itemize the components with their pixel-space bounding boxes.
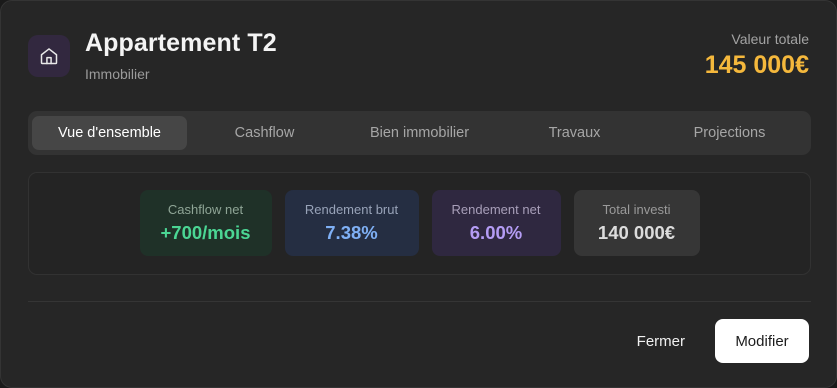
- asset-title: Appartement T2: [85, 29, 277, 57]
- footer-divider: [28, 301, 811, 302]
- edit-button[interactable]: Modifier: [715, 319, 809, 363]
- total-value-label: Valeur totale: [731, 31, 809, 47]
- stat-card-total-invested: Total investi 140 000€: [573, 190, 700, 256]
- tab-projections[interactable]: Projections: [652, 116, 807, 150]
- stat-label: Rendement brut: [304, 202, 399, 217]
- tab-works[interactable]: Travaux: [497, 116, 652, 150]
- stat-value: 140 000€: [597, 222, 676, 243]
- stats-row: Cashflow net +700/mois Rendement brut 7.…: [29, 190, 810, 256]
- asset-category: Immobilier: [85, 66, 150, 82]
- stat-label: Rendement net: [451, 202, 541, 217]
- stat-card-cashflow: Cashflow net +700/mois: [139, 190, 272, 256]
- stat-value: +700/mois: [160, 222, 251, 243]
- stats-panel: Cashflow net +700/mois Rendement brut 7.…: [28, 172, 811, 275]
- stat-value: 6.00%: [469, 222, 523, 243]
- modal-header: Appartement T2 Immobilier Valeur totale …: [28, 29, 809, 89]
- tab-overview[interactable]: Vue d'ensemble: [32, 116, 187, 150]
- home-icon: [40, 48, 58, 65]
- tab-cashflow[interactable]: Cashflow: [187, 116, 342, 150]
- total-value-block: Valeur totale 145 000€: [705, 29, 809, 80]
- asset-icon-container: [28, 35, 70, 77]
- stat-card-gross-yield: Rendement brut 7.38%: [284, 190, 419, 256]
- stat-label: Total investi: [602, 202, 671, 217]
- modal-footer: Fermer Modifier: [621, 319, 809, 363]
- stat-card-net-yield: Rendement net 6.00%: [431, 190, 561, 256]
- tab-bar: Vue d'ensemble Cashflow Bien immobilier …: [28, 111, 811, 155]
- total-value-amount: 145 000€: [704, 51, 809, 79]
- asset-detail-modal: Appartement T2 Immobilier Valeur totale …: [0, 0, 837, 388]
- stat-label: Cashflow net: [167, 202, 244, 217]
- tab-property[interactable]: Bien immobilier: [342, 116, 497, 150]
- stat-value: 7.38%: [325, 222, 378, 243]
- close-button[interactable]: Fermer: [621, 319, 701, 363]
